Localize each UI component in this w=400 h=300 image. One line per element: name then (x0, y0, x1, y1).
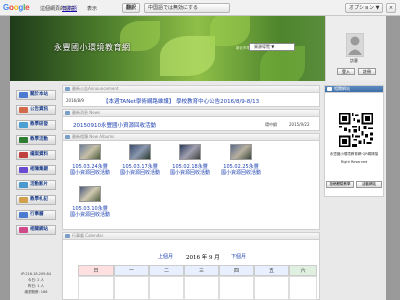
nav-icon (19, 152, 28, 158)
link-icon (327, 87, 332, 91)
nav-icon (19, 92, 28, 98)
album-caption[interactable]: 105.03.24永豐國小資源回收活動 (70, 164, 110, 176)
calendar-header: 行事曆 Calendar (63, 233, 319, 240)
sidebar-item-files[interactable]: 檔案資料 (16, 150, 56, 160)
sidebar-item-teaching-activities[interactable]: 教學活動 (16, 135, 56, 145)
qr-code-icon[interactable] (339, 113, 373, 147)
calendar-day[interactable] (219, 276, 254, 300)
options-button[interactable]: オプション ▼ (345, 3, 384, 13)
related-sites-header: 相關網站 (325, 86, 383, 93)
nav-icon (19, 227, 28, 233)
login-button[interactable]: 登入 (337, 68, 355, 75)
never-translate-button[interactable]: 中国語では無効にする (144, 3, 230, 13)
album-caption[interactable]: 105.03.10永豐國小資源回收活動 (70, 206, 110, 218)
announcement-link[interactable]: 【本週TANet學術網路維護】 學校教育中心公告2016/8/9-8/13 (103, 97, 259, 105)
leaf-decoration (260, 46, 305, 81)
album-thumbnail[interactable] (129, 144, 151, 160)
album-thumbnail[interactable] (230, 144, 252, 160)
weekday-header: 三 (184, 265, 219, 276)
news-panel: 最新消息 News 20150910永豐國小資源回收活動 環中鋼 2015/9/… (62, 109, 320, 131)
weekday-header: 六 (289, 265, 317, 276)
sidebar-item-teaching-research[interactable]: 教學研發 (16, 120, 56, 130)
albums-icon (65, 135, 70, 139)
language-link[interactable]: 日本語 (62, 5, 77, 12)
close-button[interactable]: × (386, 3, 396, 13)
announcement-header: 最新公告Announcement (63, 86, 319, 93)
weekday-header: 二 (149, 265, 184, 276)
calendar-day[interactable] (78, 276, 114, 300)
sidebar-item-albums[interactable]: 相簿集錦 (16, 165, 56, 175)
sidebar-item-links[interactable]: 相關網站 (16, 225, 56, 235)
news-icon (65, 111, 70, 115)
albums-header: 最新相簿 New Albums (63, 134, 319, 141)
qr-caption: 永豐國小環境教育網 QR碼掃描 (329, 152, 379, 156)
sidebar-item-announcements[interactable]: 公告資訊 (16, 105, 56, 115)
resource-select[interactable]: 資源導覽 ▼ (249, 43, 295, 51)
calendar-day[interactable] (114, 276, 149, 300)
nav-icon (19, 167, 28, 173)
news-link[interactable]: 20150910永豐國小資源回收活動 (73, 121, 156, 129)
album-caption[interactable]: 105.02.18永豐國小資源回收活動 (170, 164, 210, 176)
calendar-day[interactable] (149, 276, 184, 300)
activity-site-button[interactable]: 活動網站 (356, 181, 382, 188)
prev-month-link[interactable]: 上個月 (158, 253, 173, 260)
weekday-header: 日 (78, 265, 114, 276)
announcement-panel: 最新公告Announcement 2016/8/9 【本週TANet學術網路維護… (62, 85, 320, 107)
visitor-stats: IP:216.18.209.84 今日: 2 人 昨日: 1 人 總瀏覽數: 1… (16, 271, 56, 295)
submit-teaching-button[interactable]: 投稿體驗教學 (326, 181, 354, 188)
translate-suffix: 表示 (87, 6, 98, 12)
visitor-label: 訪客 (350, 58, 358, 63)
album-caption[interactable]: 105.03.17永豐國小資源回收活動 (120, 164, 160, 176)
calendar-day[interactable] (289, 276, 317, 300)
browser-screenshot: Google 這個網頁的語言 日本語 表示 翻訳 中国語では無効にする オプショ… (0, 0, 400, 300)
weekday-header: 一 (114, 265, 149, 276)
google-translate-bar: Google 這個網頁的語言 日本語 表示 翻訳 中国語では無効にする オプショ… (0, 0, 400, 16)
announcement-icon (65, 87, 70, 91)
nav-icon (19, 197, 28, 203)
news-author: 環中鋼 (265, 122, 277, 127)
weekday-header: 四 (219, 265, 254, 276)
leaf-decoration (160, 36, 215, 76)
news-date: 2015/9/22 (289, 122, 310, 127)
album-thumbnail[interactable] (79, 144, 101, 160)
site-title[interactable]: 永豐國小環境教育網 (54, 42, 131, 53)
calendar-title: 2016 年 9 月 (186, 255, 220, 261)
album-thumbnail[interactable] (79, 186, 101, 202)
calendar-day[interactable] (254, 276, 289, 300)
news-header: 最新消息 News (63, 110, 319, 117)
sidebar-item-calendar[interactable]: 行事曆 (16, 210, 56, 220)
nav-icon (19, 182, 28, 188)
register-button[interactable]: 註冊 (358, 68, 376, 75)
leaf-decoration (210, 16, 250, 46)
nav-icon (19, 107, 28, 113)
page: 永豐國小環境教育網 新北市環境教育中心 資源導覽 ▼ 訪客 登入 註冊 關於本站… (10, 16, 386, 300)
albums-panel: 最新相簿 New Albums 105.03.24永豐國小資源回收活動 105.… (62, 133, 320, 230)
user-avatar-icon (346, 33, 364, 57)
total-count: 總瀏覽數: 166 (24, 290, 48, 294)
next-month-link[interactable]: 下個月 (231, 253, 246, 260)
sidebar-item-about[interactable]: 關於本站 (16, 90, 56, 100)
rights-text: Right Reserved (340, 160, 368, 164)
calendar-day[interactable] (184, 276, 219, 300)
album-thumbnail[interactable] (179, 144, 201, 160)
announcement-date: 2016/8/9 (66, 98, 84, 103)
google-logo: Google (3, 3, 30, 12)
nav-icon (19, 122, 28, 128)
album-caption[interactable]: 105.02.25永豐國小資源回收活動 (221, 164, 261, 176)
weekday-header: 五 (254, 265, 289, 276)
sidebar-item-notes[interactable]: 教學札記 (16, 195, 56, 205)
nav-icon (19, 212, 28, 218)
translate-button[interactable]: 翻訳 (122, 3, 141, 13)
calendar-icon (65, 234, 70, 238)
nav-icon (19, 137, 28, 143)
sidebar-item-videos[interactable]: 活動影片 (16, 180, 56, 190)
